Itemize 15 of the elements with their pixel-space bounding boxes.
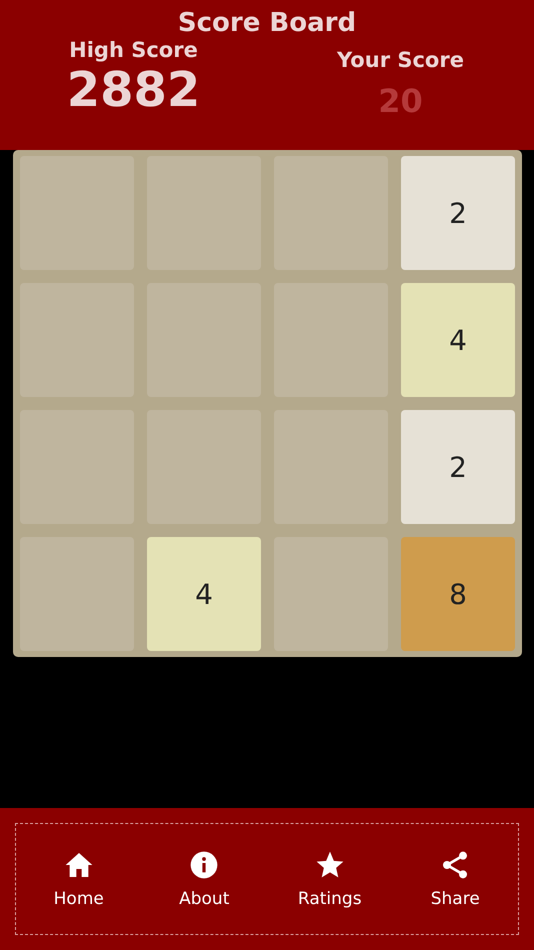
about-button[interactable]: About bbox=[142, 849, 267, 909]
ratings-button[interactable]: Ratings bbox=[267, 849, 392, 909]
home-button[interactable]: Home bbox=[16, 849, 142, 909]
number-tile: 4 bbox=[147, 537, 261, 651]
your-score-label: Your Score bbox=[337, 48, 464, 72]
number-tile: 2 bbox=[401, 410, 515, 524]
high-score-value: 2882 bbox=[66, 62, 200, 118]
your-score-value: 20 bbox=[378, 82, 423, 120]
number-tile: 4 bbox=[401, 283, 515, 397]
info-icon bbox=[188, 849, 220, 881]
title: Score Board bbox=[178, 8, 356, 38]
share-button[interactable]: Share bbox=[392, 849, 518, 909]
high-score-label: High Score bbox=[69, 38, 198, 62]
number-tile: 2 bbox=[401, 156, 515, 270]
number-tile: 8 bbox=[401, 537, 515, 651]
